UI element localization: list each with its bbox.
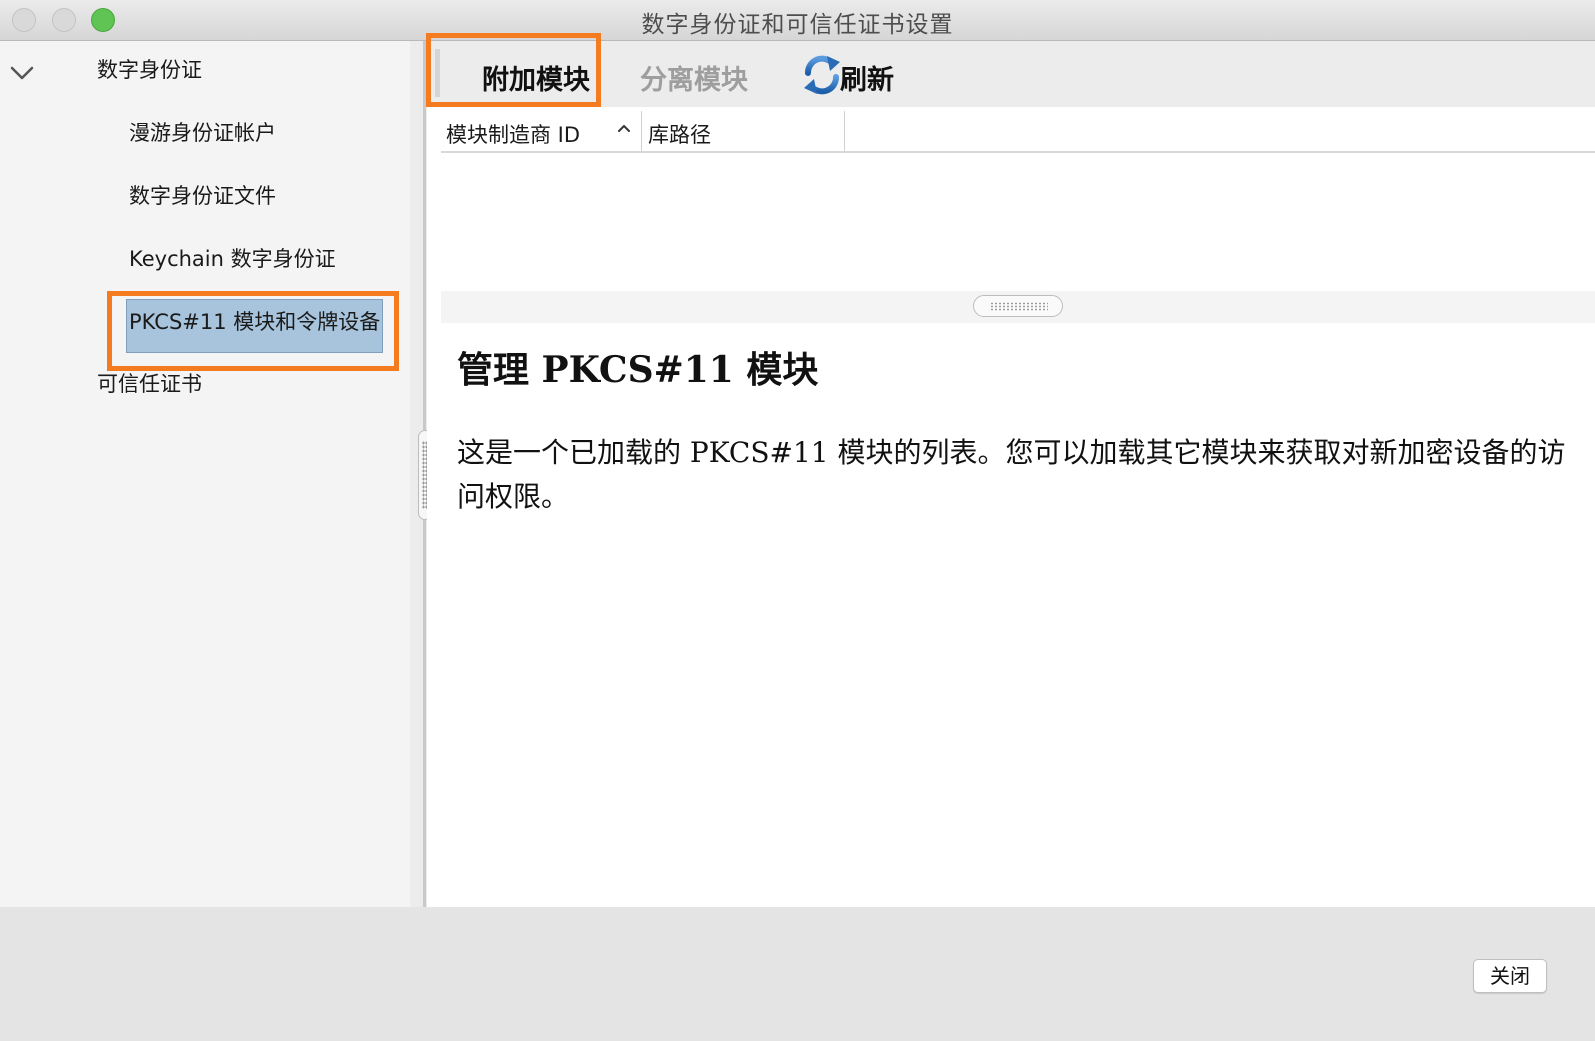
refresh-icon[interactable] (800, 53, 844, 97)
sidebar-item-roaming-accounts[interactable]: 漫游身份证帐户 (129, 117, 276, 147)
chevron-down-icon[interactable] (9, 64, 35, 82)
table-header: 模块制造商 ID 库路径 (441, 111, 1595, 153)
column-header-manufacturer-id[interactable]: 模块制造商 ID (446, 119, 580, 149)
description-body: 这是一个已加载的 PKCS#11 模块的列表。您可以加载其它模块来获取对新加密设… (457, 436, 1566, 513)
column-header-library-path[interactable]: 库路径 (648, 119, 711, 149)
horizontal-splitter (441, 291, 1595, 323)
toolbar: 附加模块 分离模块 刷新 (426, 33, 1595, 107)
description-heading: 管理 PKCS#11 模块 (457, 349, 819, 391)
title-bar: 数字身份证和可信任证书设置 (0, 0, 1595, 41)
splitter-handle[interactable] (973, 295, 1063, 317)
toolbar-separator (435, 49, 440, 97)
main-pane: 附加模块 分离模块 刷新 模块制造商 ID 库路径 管理 PKCS#11 模块 … (426, 33, 1595, 907)
sidebar-item-digital-id-files[interactable]: 数字身份证文件 (129, 180, 276, 210)
window-title: 数字身份证和可信任证书设置 (641, 12, 954, 38)
sidebar-group-digital-id[interactable]: 数字身份证 (97, 54, 202, 84)
close-button[interactable]: 关闭 (1473, 959, 1547, 993)
sort-ascending-icon[interactable] (617, 123, 631, 133)
column-divider[interactable] (844, 111, 845, 151)
description-panel: 管理 PKCS#11 模块 这是一个已加载的 PKCS#11 模块的列表。您可以… (457, 341, 1567, 519)
attach-module-button[interactable]: 附加模块 (482, 58, 590, 97)
sidebar-tree: 数字身份证 漫游身份证帐户 数字身份证文件 Keychain 数字身份证 PKC… (0, 41, 410, 907)
settings-window: 数字身份证和可信任证书设置 数字身份证 漫游身份证帐户 数字身份证文件 Keyc… (0, 0, 1595, 1041)
sidebar-item-keychain[interactable]: Keychain 数字身份证 (129, 243, 336, 273)
sidebar-item-trusted-certs[interactable]: 可信任证书 (97, 368, 202, 398)
footer-bar: 关闭 (0, 907, 1595, 1041)
refresh-button[interactable]: 刷新 (840, 58, 894, 97)
sidebar-item-pkcs11[interactable]: PKCS#11 模块和令牌设备 (126, 299, 384, 353)
detach-module-button[interactable]: 分离模块 (640, 58, 748, 97)
column-divider[interactable] (641, 111, 642, 151)
